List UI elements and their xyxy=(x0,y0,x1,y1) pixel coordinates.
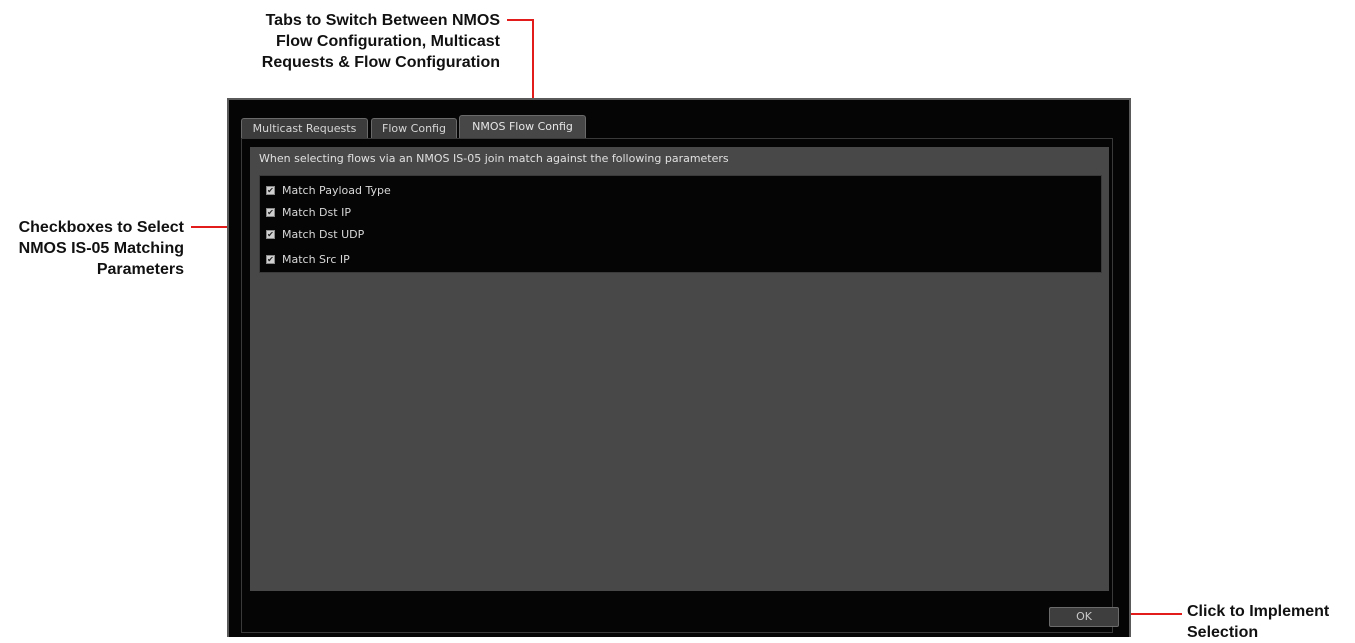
nmos-flow-config-panel: When selecting flows via an NMOS IS-05 j… xyxy=(250,147,1109,591)
callout-line: Click to Implement xyxy=(1187,603,1330,620)
checkbox-checked-icon[interactable]: ✔ xyxy=(266,229,275,239)
checkbox-match-src-ip[interactable]: ✔ Match Src IP xyxy=(266,249,350,269)
callout-tabs-text: Tabs to Switch Between NMOS Flow Configu… xyxy=(216,10,500,73)
callout-line: NMOS IS-05 Matching xyxy=(18,240,184,257)
callout-line: Tabs to Switch Between NMOS xyxy=(265,12,500,29)
annotation-line xyxy=(532,19,534,105)
checkbox-checked-icon[interactable]: ✔ xyxy=(266,185,275,195)
flow-config-window: Multicast Requests Flow Config NMOS Flow… xyxy=(227,98,1131,637)
callout-checkboxes-text: Checkboxes to Select NMOS IS-05 Matching… xyxy=(0,217,184,280)
panel-description: When selecting flows via an NMOS IS-05 j… xyxy=(259,152,729,165)
callout-line: Requests & Flow Configuration xyxy=(261,54,500,71)
annotation-line xyxy=(507,19,534,21)
callout-line: Parameters xyxy=(96,261,184,278)
checkbox-label: Match Dst UDP xyxy=(282,227,365,241)
checkbox-match-dst-ip[interactable]: ✔ Match Dst IP xyxy=(266,202,351,222)
tab-multicast-requests[interactable]: Multicast Requests xyxy=(241,118,368,139)
checkbox-match-payload-type[interactable]: ✔ Match Payload Type xyxy=(266,180,391,200)
annotation-line xyxy=(1124,613,1182,615)
matching-parameters-list: ✔ Match Payload Type ✔ Match Dst IP ✔ Ma… xyxy=(259,175,1102,273)
checkbox-label: Match Src IP xyxy=(282,252,350,266)
checkbox-label: Match Dst IP xyxy=(282,205,351,219)
checkbox-checked-icon[interactable]: ✔ xyxy=(266,254,275,264)
ok-button[interactable]: OK xyxy=(1049,607,1119,627)
tab-flow-config[interactable]: Flow Config xyxy=(371,118,457,139)
checkbox-label: Match Payload Type xyxy=(282,183,391,197)
callout-line: Flow Configuration, Multicast xyxy=(276,33,500,50)
checkbox-checked-icon[interactable]: ✔ xyxy=(266,207,275,217)
callout-line: Selection xyxy=(1187,624,1259,641)
checkbox-match-dst-udp[interactable]: ✔ Match Dst UDP xyxy=(266,224,364,244)
callout-line: Checkboxes to Select xyxy=(18,219,184,236)
tab-nmos-flow-config[interactable]: NMOS Flow Config xyxy=(459,115,586,139)
